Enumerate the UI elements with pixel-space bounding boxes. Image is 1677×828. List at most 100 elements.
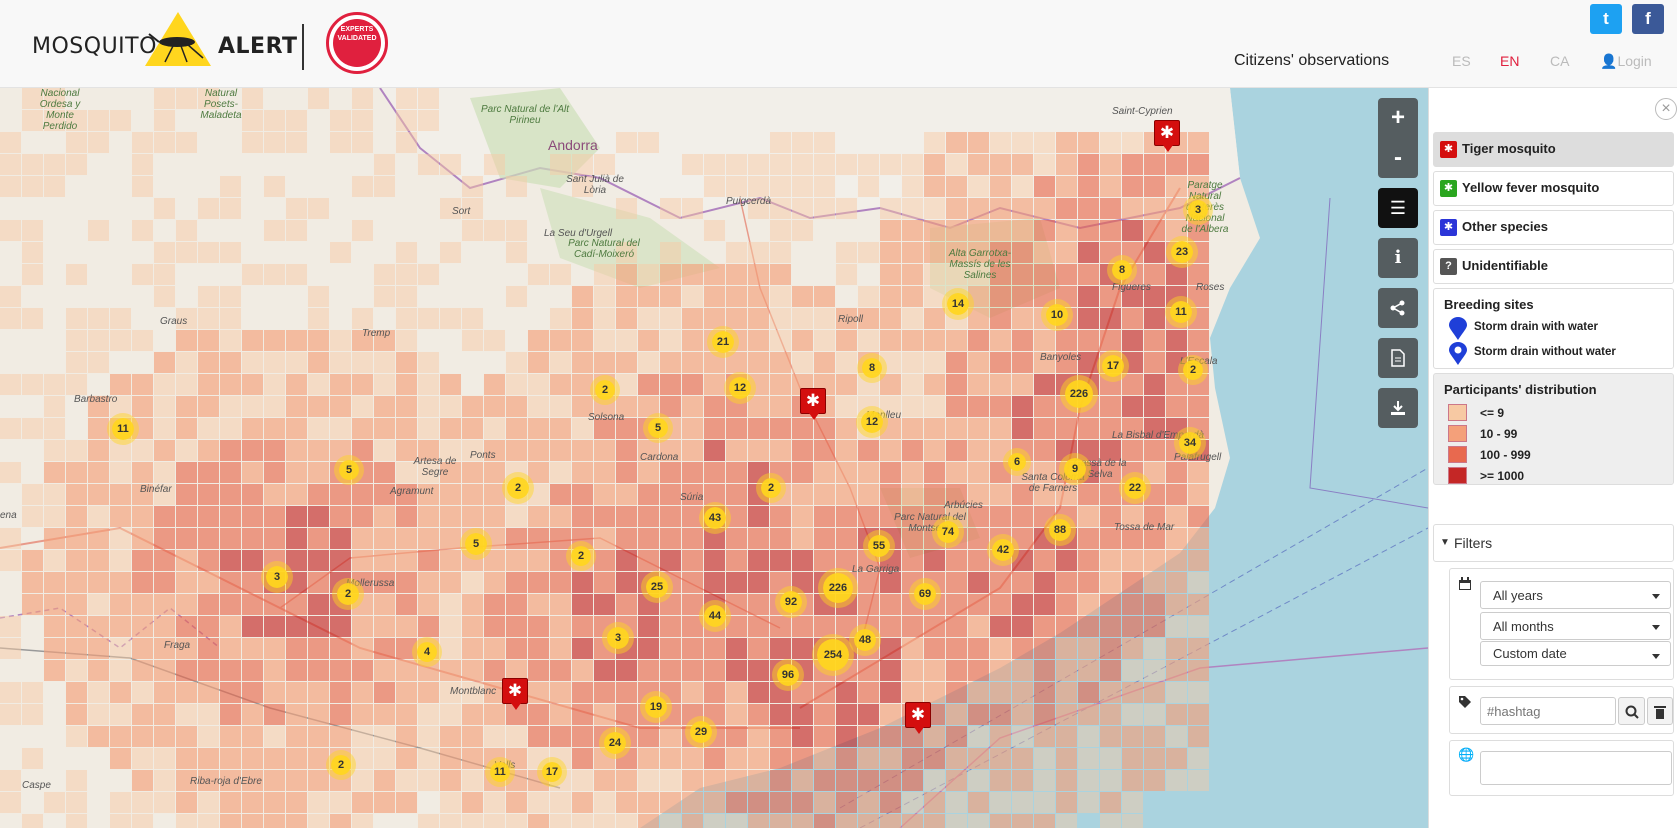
- observation-cluster[interactable]: 25: [646, 576, 668, 598]
- custom-date-select[interactable]: Custom date: [1480, 641, 1671, 666]
- observation-cluster[interactable]: 17: [1102, 355, 1124, 377]
- heatmap-cell: [814, 462, 835, 483]
- lang-ca[interactable]: CA: [1550, 53, 1569, 69]
- observation-cluster[interactable]: 92: [780, 591, 802, 613]
- observation-cluster[interactable]: 43: [704, 507, 726, 529]
- observation-cluster[interactable]: 96: [777, 664, 799, 686]
- report-button[interactable]: [1378, 338, 1418, 378]
- observation-cluster[interactable]: 22: [1124, 477, 1146, 499]
- observation-cluster[interactable]: 254: [817, 639, 849, 671]
- observation-cluster[interactable]: 48: [854, 629, 876, 651]
- breeding-item-label[interactable]: Storm drain with water: [1474, 321, 1598, 333]
- heatmap-cell: [440, 506, 461, 527]
- facebook-icon[interactable]: f: [1632, 4, 1664, 34]
- tiger-mosquito-marker[interactable]: ✱: [502, 678, 528, 710]
- heatmap-cell: [1144, 176, 1165, 197]
- heatmap-cell: [968, 308, 989, 329]
- observation-cluster[interactable]: 24: [604, 732, 626, 754]
- observation-cluster[interactable]: 14: [947, 293, 969, 315]
- observation-cluster[interactable]: 19: [645, 696, 667, 718]
- observation-cluster[interactable]: 55: [868, 535, 890, 557]
- heatmap-cell: [814, 748, 835, 769]
- hashtag-search-button[interactable]: [1618, 697, 1645, 725]
- breeding-item-label[interactable]: Storm drain without water: [1474, 346, 1616, 358]
- observation-cluster[interactable]: 5: [339, 460, 359, 480]
- download-button[interactable]: [1378, 388, 1418, 428]
- observation-cluster[interactable]: 5: [465, 533, 487, 555]
- observation-cluster[interactable]: 6: [1008, 453, 1026, 471]
- heatmap-cell: [22, 154, 43, 175]
- observation-cluster[interactable]: 42: [992, 539, 1014, 561]
- observation-cluster[interactable]: 2: [331, 755, 351, 775]
- heatmap-cell: [0, 308, 21, 329]
- hashtag-input[interactable]: [1480, 697, 1616, 725]
- observation-cluster[interactable]: 88: [1049, 519, 1071, 541]
- observation-cluster[interactable]: 2: [507, 477, 529, 499]
- close-panel-button[interactable]: ×: [1655, 98, 1677, 120]
- observation-cluster[interactable]: 44: [704, 605, 726, 627]
- zoom-out-button[interactable]: -: [1378, 138, 1418, 178]
- heatmap-cell: [352, 418, 373, 439]
- observation-cluster[interactable]: 4: [417, 642, 437, 662]
- layer-tiger-mosquito[interactable]: ✱ Tiger mosquito: [1433, 132, 1674, 167]
- lang-es[interactable]: ES: [1452, 53, 1471, 69]
- observation-cluster[interactable]: 2: [337, 583, 359, 605]
- heatmap-cell: [748, 638, 769, 659]
- observation-cluster[interactable]: 69: [914, 583, 936, 605]
- heatmap-cell: [836, 484, 857, 505]
- observation-cluster[interactable]: 226: [1065, 380, 1093, 408]
- location-input[interactable]: [1480, 751, 1672, 785]
- filters-toggle[interactable]: ▼ Filters: [1433, 524, 1674, 562]
- heatmap-cell: [770, 572, 791, 593]
- observation-cluster[interactable]: 21: [712, 331, 734, 353]
- observation-cluster[interactable]: 12: [861, 411, 883, 433]
- heatmap-cell: [814, 176, 835, 197]
- heatmap-cell: [462, 330, 483, 351]
- observation-cluster[interactable]: 8: [1112, 260, 1132, 280]
- tiger-mosquito-marker[interactable]: ✱: [1154, 120, 1180, 152]
- observation-cluster[interactable]: 17: [542, 762, 562, 782]
- observation-cluster[interactable]: 2: [1183, 360, 1203, 380]
- observation-cluster[interactable]: 3: [607, 627, 629, 649]
- share-button[interactable]: [1378, 288, 1418, 328]
- observation-cluster[interactable]: 74: [937, 521, 959, 543]
- layers-menu-button[interactable]: ☰: [1378, 188, 1418, 228]
- heatmap-cell: [352, 308, 373, 329]
- observation-cluster[interactable]: 2: [571, 546, 591, 566]
- tiger-mosquito-marker[interactable]: ✱: [800, 388, 826, 420]
- nav-citizens-observations[interactable]: Citizens' observations: [1234, 52, 1389, 70]
- observation-cluster[interactable]: 2: [595, 380, 615, 400]
- year-select[interactable]: All years: [1480, 581, 1671, 609]
- observation-cluster[interactable]: 11: [112, 418, 134, 440]
- observation-cluster[interactable]: 2: [761, 478, 781, 498]
- zoom-in-button[interactable]: +: [1378, 98, 1418, 138]
- observation-cluster[interactable]: 11: [490, 762, 510, 782]
- info-button[interactable]: i: [1378, 238, 1418, 278]
- observation-cluster[interactable]: 23: [1171, 241, 1193, 263]
- observation-cluster[interactable]: 29: [690, 721, 712, 743]
- observation-cluster[interactable]: 8: [862, 358, 882, 378]
- observation-cluster[interactable]: 226: [823, 573, 853, 603]
- heatmap-cell: [1012, 220, 1033, 241]
- month-select[interactable]: All months: [1480, 612, 1671, 640]
- observation-cluster[interactable]: 3: [1188, 200, 1208, 220]
- observation-cluster[interactable]: 11: [1170, 301, 1192, 323]
- observation-cluster[interactable]: 12: [729, 377, 751, 399]
- layer-other-species[interactable]: ✱ Other species: [1433, 210, 1674, 245]
- lang-en[interactable]: EN: [1500, 53, 1519, 69]
- observation-cluster[interactable]: 9: [1064, 458, 1086, 480]
- layer-unidentifiable[interactable]: ? Unidentifiable: [1433, 249, 1674, 284]
- hashtag-clear-button[interactable]: [1647, 697, 1673, 725]
- observation-cluster[interactable]: 3: [266, 566, 288, 588]
- twitter-icon[interactable]: t: [1590, 4, 1622, 34]
- login-link[interactable]: 👤Login: [1600, 53, 1652, 70]
- observation-cluster[interactable]: 5: [648, 418, 668, 438]
- observation-cluster[interactable]: 10: [1046, 304, 1068, 326]
- tiger-mosquito-marker[interactable]: ✱: [905, 702, 931, 734]
- observations-map[interactable]: Andorra Sant Julià de Lòria Puigcerdà La…: [0, 88, 1428, 828]
- heatmap-cell: [858, 572, 879, 593]
- heatmap-cell: [132, 770, 153, 791]
- observation-cluster[interactable]: 34: [1179, 432, 1201, 454]
- heatmap-cell: [704, 462, 725, 483]
- layer-yellow-fever-mosquito[interactable]: ✱ Yellow fever mosquito: [1433, 171, 1674, 206]
